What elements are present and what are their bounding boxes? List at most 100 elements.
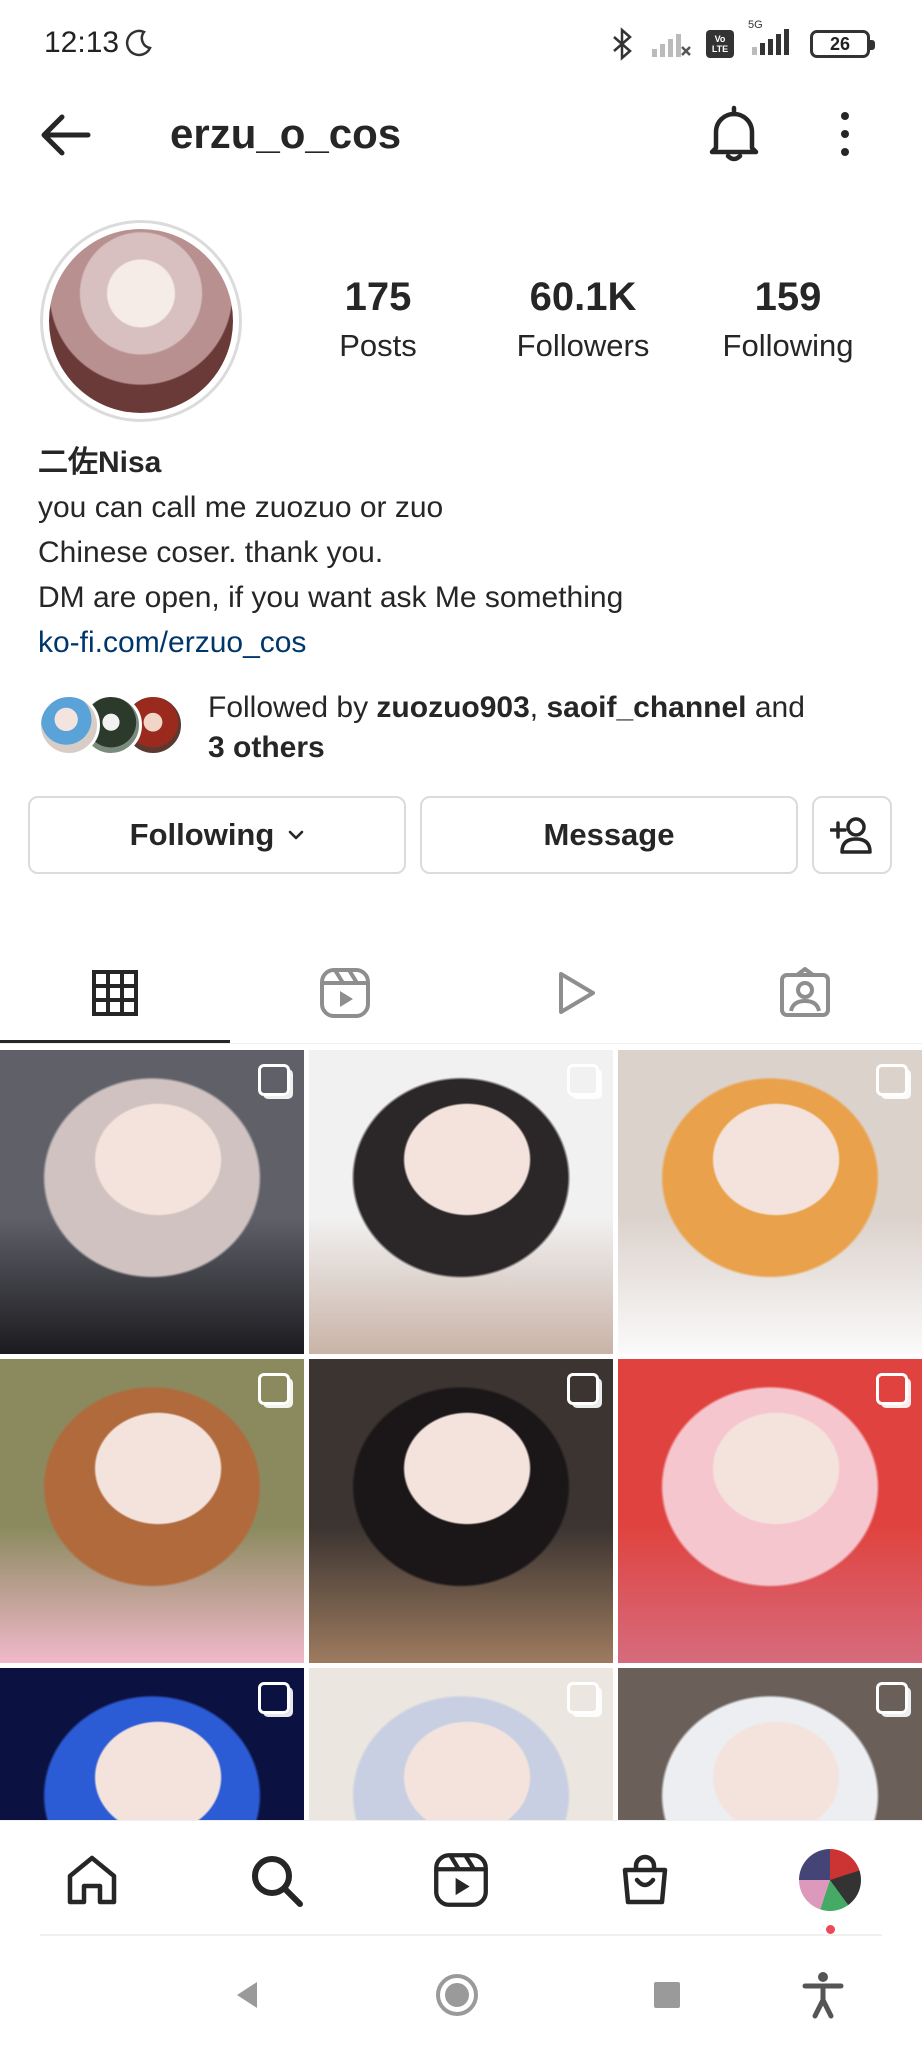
add-person-icon xyxy=(830,817,872,854)
profile-avatar xyxy=(49,229,233,413)
profile-tabs xyxy=(0,940,922,1046)
nav-reels[interactable] xyxy=(430,1849,492,1911)
followed-sep: , xyxy=(529,691,547,724)
reels-icon xyxy=(320,968,370,1018)
signal-5g: 5G xyxy=(748,19,796,62)
stat-posts[interactable]: 175 Posts xyxy=(293,275,463,364)
tab-videos[interactable] xyxy=(460,940,690,1046)
follower-avatar xyxy=(38,694,100,756)
tab-reels[interactable] xyxy=(230,940,460,1046)
post-thumbnail[interactable] xyxy=(0,1359,304,1663)
tab-divider xyxy=(0,1043,922,1044)
triangle-back-icon xyxy=(237,1982,257,2008)
stat-following-value: 159 xyxy=(754,275,822,319)
chevron-down-icon xyxy=(289,830,304,840)
nav-search[interactable] xyxy=(245,1849,307,1911)
post-thumbnail[interactable] xyxy=(618,1050,922,1354)
followed-user: saoif_channel xyxy=(546,691,747,724)
carousel-icon xyxy=(876,1682,908,1714)
stat-following[interactable]: 159 Following xyxy=(703,275,873,364)
carousel-icon xyxy=(876,1373,908,1405)
carousel-icon xyxy=(567,1373,599,1405)
circle-home-icon xyxy=(436,1974,478,2016)
tab-tagged[interactable] xyxy=(690,940,920,1046)
bottom-divider xyxy=(40,1934,882,1936)
followed-and: and xyxy=(746,691,805,724)
play-icon xyxy=(559,972,595,1014)
post-thumbnail[interactable] xyxy=(309,1359,613,1663)
post-thumbnail[interactable] xyxy=(0,1050,304,1354)
carousel-icon xyxy=(258,1373,290,1405)
carousel-icon xyxy=(567,1064,599,1096)
system-accessibility-button[interactable] xyxy=(798,1970,848,2020)
square-recents-icon xyxy=(654,1982,680,2008)
posts-grid xyxy=(0,1050,922,1820)
reels-icon xyxy=(434,1853,488,1907)
post-thumbnail[interactable] xyxy=(309,1050,613,1354)
bottom-nav xyxy=(0,1820,922,1938)
tagged-icon xyxy=(780,967,830,1017)
carousel-icon xyxy=(258,1682,290,1714)
battery-indicator: 26 xyxy=(810,30,875,58)
bio-website-link[interactable]: ko-fi.com/erzuo_cos xyxy=(38,620,898,665)
stat-posts-label: Posts xyxy=(339,328,417,363)
signal-strong-icon xyxy=(752,28,789,55)
carousel-icon xyxy=(876,1064,908,1096)
accessibility-icon xyxy=(802,1972,844,2019)
network-type: 5G xyxy=(748,18,763,31)
grid-icon xyxy=(92,970,138,1016)
search-icon xyxy=(252,1856,303,1907)
do-not-disturb-moon-icon xyxy=(125,29,152,57)
status-bar: 12:13 Vo LTE 5G 26 xyxy=(0,0,922,92)
system-back-button[interactable] xyxy=(222,1970,272,2020)
profile-username: erzu_o_cos xyxy=(170,110,402,157)
post-thumbnail[interactable] xyxy=(618,1359,922,1663)
stat-followers-label: Followers xyxy=(516,328,650,363)
tab-grid[interactable] xyxy=(0,940,230,1046)
nav-home[interactable] xyxy=(61,1849,123,1911)
followed-user: zuozuo903 xyxy=(376,691,530,724)
bio-line: you can call me zuozuo or zuo xyxy=(38,491,444,524)
post-thumbnail[interactable] xyxy=(0,1668,304,1820)
system-home-button[interactable] xyxy=(432,1970,482,2020)
signal-weak-icon xyxy=(652,34,691,57)
following-button-label: Following xyxy=(129,817,275,852)
bio-line: DM are open, if you want ask Me somethin… xyxy=(38,581,624,614)
bio-display-name: 二佐Nisa xyxy=(38,446,162,479)
suggested-users-button[interactable] xyxy=(812,796,892,874)
stat-followers[interactable]: 60.1K Followers xyxy=(498,275,668,364)
carousel-icon xyxy=(258,1064,290,1096)
followed-others: 3 others xyxy=(208,731,325,764)
notification-dot xyxy=(826,1925,835,1934)
message-button-label: Message xyxy=(543,817,675,852)
stat-followers-value: 60.1K xyxy=(529,275,637,319)
shop-icon xyxy=(622,1854,668,1905)
followed-prefix: Followed by xyxy=(208,691,377,724)
bio-line: Chinese coser. thank you. xyxy=(38,536,384,569)
stat-posts-value: 175 xyxy=(344,275,412,319)
status-icons: Vo LTE 5G 26 xyxy=(610,19,875,64)
system-recents-button[interactable] xyxy=(642,1970,692,2020)
followed-by-section[interactable]: Followed by zuozuo903, saoif_channel and… xyxy=(38,688,898,768)
back-arrow-icon[interactable] xyxy=(36,108,96,162)
nav-shop[interactable] xyxy=(614,1849,676,1911)
stat-following-label: Following xyxy=(722,328,854,363)
profile-avatar-small xyxy=(799,1849,861,1911)
nav-profile[interactable] xyxy=(799,1849,861,1911)
bluetooth-icon xyxy=(613,27,632,61)
home-icon xyxy=(67,1855,117,1905)
notification-bell-icon[interactable] xyxy=(706,104,762,164)
followed-by-text: Followed by zuozuo903, saoif_channel and… xyxy=(208,688,898,768)
status-time: 12:13 xyxy=(44,26,120,59)
carousel-icon xyxy=(567,1682,599,1714)
following-button[interactable]: Following xyxy=(28,796,406,874)
profile-avatar-ring[interactable] xyxy=(40,220,242,422)
top-nav: erzu_o_cos xyxy=(0,92,922,178)
volte-badge: Vo LTE xyxy=(706,30,734,58)
system-navigation-bar xyxy=(0,1940,922,2048)
message-button[interactable]: Message xyxy=(420,796,798,874)
post-thumbnail[interactable] xyxy=(618,1668,922,1820)
profile-bio: 二佐Nisa you can call me zuozuo or zuo Chi… xyxy=(38,440,898,665)
post-thumbnail[interactable] xyxy=(309,1668,613,1820)
more-options-icon[interactable] xyxy=(830,106,860,162)
